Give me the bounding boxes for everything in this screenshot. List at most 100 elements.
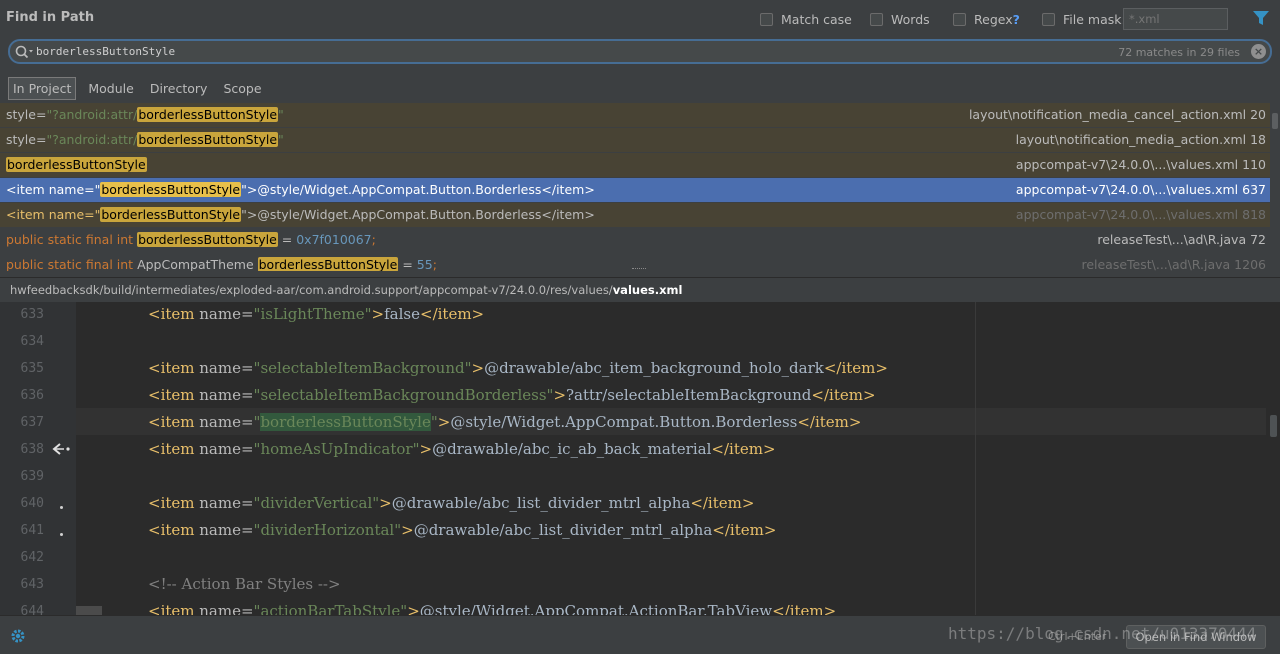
back-arrow-icon — [52, 443, 70, 455]
line-number: 637 — [20, 415, 44, 430]
line-number: 640 — [20, 496, 44, 511]
result-prefix: style= — [6, 107, 47, 122]
result-suffix: >@style/Widget.AppCompat.Button.Borderle… — [246, 182, 595, 197]
file-mask-option[interactable]: File mask: — [1042, 11, 1126, 27]
file-mask-input[interactable] — [1123, 8, 1228, 30]
result-prefix: style= — [6, 132, 47, 147]
editor-scroll-thumb[interactable] — [1270, 415, 1277, 437]
tab-directory[interactable]: Directory — [146, 78, 212, 99]
result-file: releaseTest\...\ad\R.java 72 — [1097, 232, 1266, 247]
fold-marker[interactable] — [76, 606, 102, 615]
filter-icon[interactable] — [1252, 10, 1270, 26]
result-file: appcompat-v7\24.0.0\...\values.xml 818 — [1015, 207, 1266, 222]
result-assign: = — [277, 232, 297, 247]
result-keyword: public static final int — [6, 232, 138, 247]
gutter-marker — [60, 506, 63, 509]
result-file: layout\notification_media_cancel_action.… — [968, 107, 1266, 122]
result-row[interactable]: public static final int borderlessButton… — [0, 228, 1270, 253]
tab-scope[interactable]: Scope — [219, 78, 265, 99]
result-row-selected[interactable]: <item name="borderlessButtonStyle">@styl… — [0, 178, 1270, 203]
result-prefix: <item name= — [6, 207, 95, 222]
result-suffix: >@style/Widget.AppCompat.Button.Borderle… — [246, 207, 595, 222]
code-line: <item name="dividerHorizontal">@drawable… — [148, 521, 777, 539]
regex-option[interactable]: Regex ? — [953, 11, 1020, 27]
result-semicolon: ; — [432, 257, 437, 271]
result-file: appcompat-v7\24.0.0\...\values.xml 110 — [1015, 157, 1266, 172]
code-preview[interactable]: 633 634 635 636 637 638 639 640 641 642 … — [0, 302, 1280, 615]
result-match: borderlessButtonStyle — [100, 182, 242, 197]
line-number: 644 — [20, 604, 44, 615]
result-keyword: public static final int — [6, 257, 138, 271]
gear-icon[interactable] — [10, 628, 26, 644]
line-number: 638 — [20, 442, 44, 457]
results-scroll-thumb[interactable] — [1272, 113, 1278, 129]
words-option[interactable]: Words — [870, 11, 930, 27]
results-list: style="?android:attr/borderlessButtonSty… — [0, 103, 1270, 271]
code-line-current: <item name="borderlessButtonStyle">@styl… — [148, 413, 862, 431]
search-icon[interactable] — [14, 44, 34, 60]
result-match: borderlessButtonStyle — [137, 107, 279, 122]
code-line: <!-- Action Bar Styles --> — [148, 575, 341, 593]
code-line: <item name="selectableItemBackground">@d… — [148, 359, 888, 377]
scope-tabs: In Project Module Directory Scope — [8, 76, 274, 100]
result-class: AppCompatTheme — [137, 257, 258, 271]
result-row[interactable]: style="?android:attr/borderlessButtonSty… — [0, 128, 1270, 153]
result-match: borderlessButtonStyle — [137, 132, 279, 147]
line-number: 639 — [20, 469, 44, 484]
line-number: 641 — [20, 523, 44, 538]
result-quote-end: " — [278, 107, 284, 122]
line-number: 642 — [20, 550, 44, 565]
code-line: <item name="dividerVertical">@drawable/a… — [148, 494, 755, 512]
result-quote-end: " — [278, 132, 284, 147]
result-quote: "?android:attr/ — [46, 132, 138, 147]
words-label: Words — [891, 11, 930, 27]
file-path-bar: hwfeedbacksdk/build/intermediates/explod… — [0, 277, 1280, 302]
result-file: releaseTest\...\ad\R.java 1206 — [1081, 257, 1266, 271]
line-number: 643 — [20, 577, 44, 592]
result-quote: "?android:attr/ — [46, 107, 138, 122]
result-semicolon: ; — [371, 232, 376, 247]
line-number: 633 — [20, 307, 44, 322]
match-case-option[interactable]: Match case — [760, 11, 852, 27]
result-match: borderlessButtonStyle — [257, 257, 399, 271]
results-scrollbar[interactable] — [1270, 103, 1280, 271]
search-input[interactable]: borderlessButtonStyle — [36, 45, 175, 58]
code-match: borderlessButtonStyle — [260, 413, 431, 431]
search-field[interactable]: borderlessButtonStyle 72 matches in 29 f… — [8, 39, 1272, 64]
splitter-handle[interactable] — [632, 268, 646, 271]
match-case-label: Match case — [781, 11, 852, 27]
result-value: 0x7f010067 — [296, 232, 372, 247]
line-number: 634 — [20, 334, 44, 349]
clear-icon[interactable]: × — [1251, 44, 1266, 59]
regex-checkbox[interactable] — [953, 12, 966, 26]
dialog-title: Find in Path — [6, 10, 95, 25]
result-match: borderlessButtonStyle — [100, 207, 242, 222]
bottom-bar: Ctrl+Enter Open in Find Window https://b… — [0, 615, 1280, 654]
tab-in-project[interactable]: In Project — [8, 76, 77, 100]
code-line: <item name="selectableItemBackgroundBord… — [148, 386, 876, 404]
title-bar: Find in Path Match case Words Regex ? Fi… — [0, 0, 1280, 36]
result-match: borderlessButtonStyle — [137, 232, 278, 247]
file-path-dir: hwfeedbacksdk/build/intermediates/explod… — [10, 283, 613, 297]
line-number: 635 — [20, 361, 44, 376]
result-value: 55 — [416, 257, 433, 271]
file-mask-label: File mask: — [1063, 11, 1126, 27]
regex-help-link[interactable]: ? — [1013, 12, 1020, 27]
right-margin-guide — [975, 302, 976, 615]
file-mask-checkbox[interactable] — [1042, 12, 1055, 26]
result-prefix: <item name= — [6, 182, 95, 197]
result-row[interactable]: style="?android:attr/borderlessButtonSty… — [0, 103, 1270, 128]
tab-module[interactable]: Module — [84, 78, 137, 99]
result-row[interactable]: <item name="borderlessButtonStyle">@styl… — [0, 203, 1270, 228]
words-checkbox[interactable] — [870, 12, 883, 26]
editor-scrollbar[interactable] — [1266, 302, 1280, 615]
result-row[interactable]: borderlessButtonStyle appcompat-v7\24.0.… — [0, 153, 1270, 178]
result-file: appcompat-v7\24.0.0\...\values.xml 637 — [1015, 182, 1266, 197]
code-line: <item name="isLightTheme">false</item> — [148, 305, 485, 323]
regex-label: Regex — [974, 11, 1013, 27]
result-match: borderlessButtonStyle — [6, 157, 147, 172]
code-line: <item name="actionBarTabStyle">@style/Wi… — [148, 602, 837, 615]
match-case-checkbox[interactable] — [760, 12, 773, 26]
line-number: 636 — [20, 388, 44, 403]
gutter-marker — [60, 533, 63, 536]
